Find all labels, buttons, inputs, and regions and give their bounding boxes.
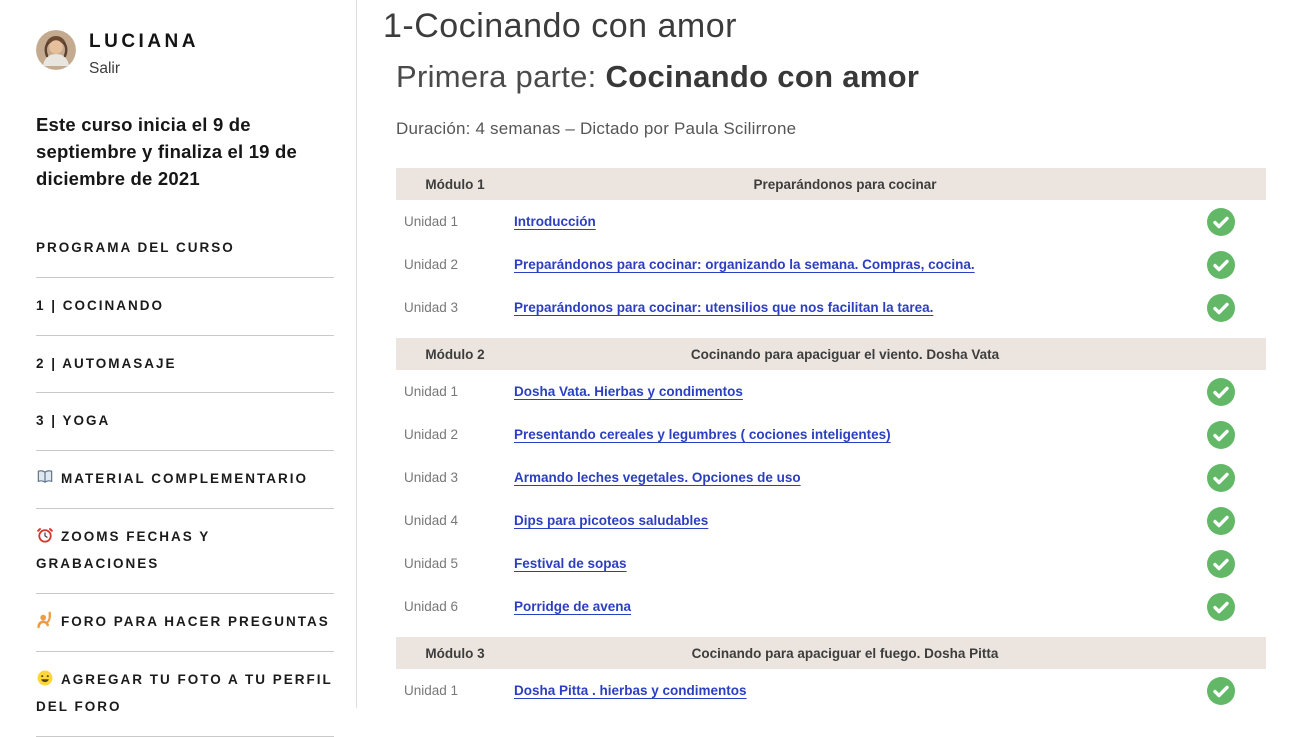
unit-row: Unidad 6Porridge de avena <box>396 585 1266 628</box>
unit-row: Unidad 3Armando leches vegetales. Opcion… <box>396 456 1266 499</box>
unit-label: Unidad 4 <box>396 513 514 528</box>
unit-label: Unidad 1 <box>396 214 514 229</box>
module-header: Módulo 2Cocinando para apaciguar el vien… <box>396 338 1266 370</box>
module-label: Módulo 2 <box>396 347 514 362</box>
completed-check-icon <box>1207 294 1235 322</box>
module-header: Módulo 3Cocinando para apaciguar el fueg… <box>396 637 1266 669</box>
logout-link[interactable]: Salir <box>89 60 199 78</box>
raising-hand-icon <box>36 611 54 629</box>
module-header: Módulo 1Preparándonos para cocinar <box>396 168 1266 200</box>
unit-link-presentando-cereales-y-legumbres-cociones-inteligentes[interactable]: Presentando cereales y legumbres ( cocio… <box>514 427 891 442</box>
unit-link-prepar-ndonos-para-cocinar-organizando-la-semana-compras-cocina[interactable]: Preparándonos para cocinar: organizando … <box>514 257 975 272</box>
sidebar: LUCIANA Salir Este curso inicia el 9 de … <box>0 0 357 708</box>
sidebar-item-programa-del-curso[interactable]: PROGRAMA DEL CURSO <box>36 220 334 278</box>
sidebar-item-label: 2 | AUTOMASAJE <box>36 356 177 371</box>
sidebar-item-label: MATERIAL COMPLEMENTARIO <box>61 471 308 486</box>
unit-label: Unidad 1 <box>396 683 514 698</box>
completed-check-icon <box>1207 208 1235 236</box>
module-label: Módulo 3 <box>396 646 514 661</box>
course-dates-text: Este curso inicia el 9 de septiembre y f… <box>36 112 338 192</box>
page-title: 1-Cocinando con amor <box>383 7 1300 46</box>
unit-label: Unidad 6 <box>396 599 514 614</box>
unit-row: Unidad 2Presentando cereales y legumbres… <box>396 413 1266 456</box>
completed-check-icon <box>1207 507 1235 535</box>
completed-check-icon <box>1207 593 1235 621</box>
completed-check-icon <box>1207 378 1235 406</box>
section-title-main: Cocinando con amor <box>606 59 920 94</box>
sidebar-item-3-yoga[interactable]: 3 | YOGA <box>36 393 334 451</box>
module-section-m-dulo-3: Módulo 3Cocinando para apaciguar el fueg… <box>396 637 1266 708</box>
sidebar-item-2-automasaje[interactable]: 2 | AUTOMASAJE <box>36 336 334 394</box>
sidebar-item-material-complementario[interactable]: MATERIAL COMPLEMENTARIO <box>36 451 334 509</box>
sidebar-item-label: 3 | YOGA <box>36 413 110 428</box>
unit-row: Unidad 1Introducción <box>396 200 1266 243</box>
completed-check-icon <box>1207 677 1235 705</box>
module-title: Preparándonos para cocinar <box>514 177 1176 192</box>
book-icon <box>36 468 54 486</box>
completed-check-icon <box>1207 251 1235 279</box>
sidebar-item-1-cocinando[interactable]: 1 | COCINANDO <box>36 278 334 336</box>
sidebar-nav: PROGRAMA DEL CURSO 1 | COCINANDO 2 | AUTOM… <box>36 220 338 737</box>
smiley-icon <box>36 669 54 687</box>
sidebar-item-label: FORO PARA HACER PREGUNTAS <box>61 614 330 629</box>
sidebar-item-agregar-tu-foto-a-tu-perfil-del-foro[interactable]: AGREGAR TU FOTO A TU PERFIL DEL FORO <box>36 652 334 737</box>
course-meta: Duración: 4 semanas – Dictado por Paula … <box>396 119 1300 139</box>
user-avatar[interactable] <box>36 30 76 70</box>
unit-link-prepar-ndonos-para-cocinar-utensilios-que-nos-facilitan-la-tarea[interactable]: Preparándonos para cocinar: utensilios q… <box>514 300 933 315</box>
unit-row: Unidad 4Dips para picoteos saludables <box>396 499 1266 542</box>
course-table: Módulo 1Preparándonos para cocinarUnidad… <box>396 168 1266 708</box>
sidebar-item-label: PROGRAMA DEL CURSO <box>36 240 235 255</box>
sidebar-item-foro-para-hacer-preguntas[interactable]: FORO PARA HACER PREGUNTAS <box>36 594 334 652</box>
unit-label: Unidad 5 <box>396 556 514 571</box>
section-title: Primera parte: Cocinando con amor <box>396 59 1300 95</box>
section-title-prefix: Primera parte: <box>396 59 606 94</box>
sidebar-item-label: 1 | COCINANDO <box>36 298 164 313</box>
unit-label: Unidad 2 <box>396 427 514 442</box>
sidebar-item-label: ZOOMS FECHAS Y GRABACIONES <box>36 529 210 572</box>
unit-link-armando-leches-vegetales-opciones-de-uso[interactable]: Armando leches vegetales. Opciones de us… <box>514 470 801 485</box>
module-section-m-dulo-2: Módulo 2Cocinando para apaciguar el vien… <box>396 338 1266 628</box>
user-info: LUCIANA Salir <box>89 30 199 78</box>
alarm-clock-icon <box>36 526 54 544</box>
completed-check-icon <box>1207 550 1235 578</box>
unit-label: Unidad 1 <box>396 384 514 399</box>
unit-row: Unidad 2Preparándonos para cocinar: orga… <box>396 243 1266 286</box>
unit-link-festival-de-sopas[interactable]: Festival de sopas <box>514 556 627 571</box>
unit-link-dosha-pitta-hierbas-y-condimentos[interactable]: Dosha Pitta . hierbas y condimentos <box>514 683 747 698</box>
completed-check-icon <box>1207 421 1235 449</box>
unit-label: Unidad 3 <box>396 470 514 485</box>
module-label: Módulo 1 <box>396 177 514 192</box>
sidebar-item-label: AGREGAR TU FOTO A TU PERFIL DEL FORO <box>36 672 333 715</box>
main-content: 1-Cocinando con amor Primera parte: Coci… <box>357 0 1300 708</box>
user-profile: LUCIANA Salir <box>36 30 338 78</box>
module-title: Cocinando para apaciguar el fuego. Dosha… <box>514 646 1176 661</box>
unit-row: Unidad 1Dosha Pitta . hierbas y condimen… <box>396 669 1266 708</box>
user-name: LUCIANA <box>89 31 199 53</box>
unit-link-introducci-n[interactable]: Introducción <box>514 214 596 229</box>
unit-row: Unidad 1Dosha Vata. Hierbas y condimento… <box>396 370 1266 413</box>
completed-check-icon <box>1207 464 1235 492</box>
sidebar-item-zooms-fechas-y-grabaciones[interactable]: ZOOMS FECHAS Y GRABACIONES <box>36 509 334 594</box>
unit-link-dips-para-picoteos-saludables[interactable]: Dips para picoteos saludables <box>514 513 708 528</box>
unit-row: Unidad 5Festival de sopas <box>396 542 1266 585</box>
unit-row: Unidad 3Preparándonos para cocinar: uten… <box>396 286 1266 329</box>
module-title: Cocinando para apaciguar el viento. Dosh… <box>514 347 1176 362</box>
unit-label: Unidad 2 <box>396 257 514 272</box>
unit-link-dosha-vata-hierbas-y-condimentos[interactable]: Dosha Vata. Hierbas y condimentos <box>514 384 743 399</box>
module-section-m-dulo-1: Módulo 1Preparándonos para cocinarUnidad… <box>396 168 1266 329</box>
unit-link-porridge-de-avena[interactable]: Porridge de avena <box>514 599 631 614</box>
unit-label: Unidad 3 <box>396 300 514 315</box>
